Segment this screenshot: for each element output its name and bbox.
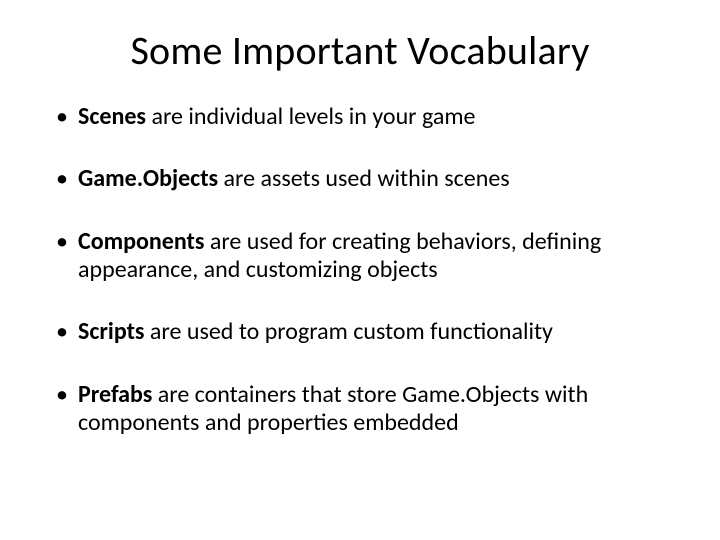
list-item: Scenes are individual levels in your gam… bbox=[50, 103, 670, 131]
definition: are containers that store Game.Objects w… bbox=[78, 380, 588, 437]
term: Scripts bbox=[78, 317, 145, 346]
slide-title: Some Important Vocabulary bbox=[50, 26, 670, 75]
term: Prefabs bbox=[78, 380, 152, 409]
definition: are used to program custom functionality bbox=[145, 317, 553, 346]
definition: are individual levels in your game bbox=[146, 102, 475, 131]
term: Scenes bbox=[78, 102, 146, 131]
bullet-list: Scenes are individual levels in your gam… bbox=[50, 103, 670, 437]
slide: Some Important Vocabulary Scenes are ind… bbox=[0, 0, 720, 540]
term: Game.Objects bbox=[78, 164, 218, 193]
term: Components bbox=[78, 227, 204, 256]
list-item: Game.Objects are assets used within scen… bbox=[50, 165, 670, 193]
list-item: Prefabs are containers that store Game.O… bbox=[50, 381, 670, 438]
definition: are assets used within scenes bbox=[218, 164, 510, 193]
list-item: Components are used for creating behavio… bbox=[50, 228, 670, 285]
list-item: Scripts are used to program custom funct… bbox=[50, 318, 670, 346]
